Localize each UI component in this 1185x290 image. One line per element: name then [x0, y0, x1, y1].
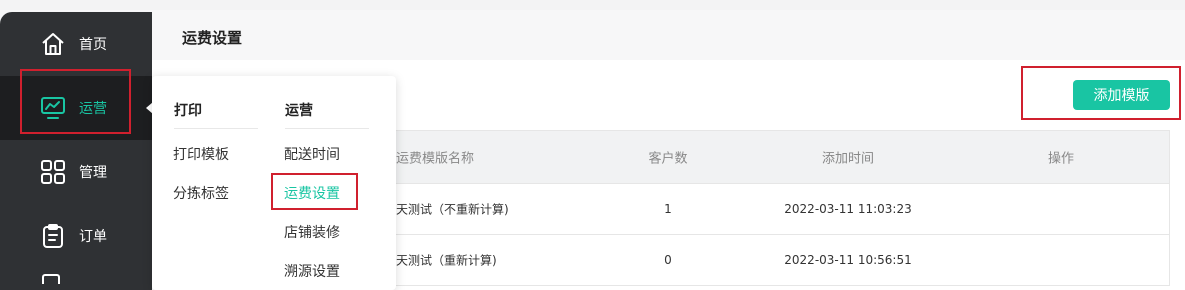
- sidebar-item-label: 订单: [79, 229, 107, 245]
- divider: [174, 128, 258, 129]
- menu-group-title-operations: 运营: [285, 103, 313, 119]
- template-name: 天测试（不重新计算): [396, 202, 509, 217]
- highlight-box-menu-item: [271, 173, 358, 210]
- sidebar: 首页 运营 管理 订单: [0, 12, 152, 290]
- top-strip: [0, 0, 1185, 10]
- column-header-name: 运费模版名称: [396, 151, 475, 167]
- page-title: 运费设置: [182, 29, 243, 47]
- sidebar-item-orders[interactable]: 订单: [0, 204, 152, 268]
- highlight-box-add-button: [1021, 66, 1181, 120]
- divider: [285, 128, 369, 129]
- highlight-box-sidebar: [20, 69, 131, 134]
- sidebar-item-label: 管理: [79, 165, 107, 181]
- menu-item-sorting-label[interactable]: 分拣标签: [173, 183, 229, 203]
- sidebar-item-label: 首页: [79, 37, 107, 53]
- partial-nav-icon: [42, 274, 60, 284]
- grid-icon: [40, 159, 66, 185]
- menu-item-delivery-time[interactable]: 配送时间: [284, 144, 340, 164]
- menu-item-traceability-settings[interactable]: 溯源设置: [284, 261, 340, 281]
- home-icon: [40, 31, 66, 57]
- menu-item-print-template[interactable]: 打印模板: [173, 144, 229, 164]
- clipboard-icon: [40, 223, 66, 249]
- page-header: 运费设置: [152, 12, 1185, 60]
- sidebar-item-home[interactable]: 首页: [0, 12, 152, 76]
- menu-item-store-decoration[interactable]: 店铺装修: [284, 222, 340, 242]
- sidebar-item-manage[interactable]: 管理: [0, 140, 152, 204]
- menu-group-title-print: 打印: [174, 103, 202, 119]
- template-name: 天测试（重新计算): [396, 253, 497, 268]
